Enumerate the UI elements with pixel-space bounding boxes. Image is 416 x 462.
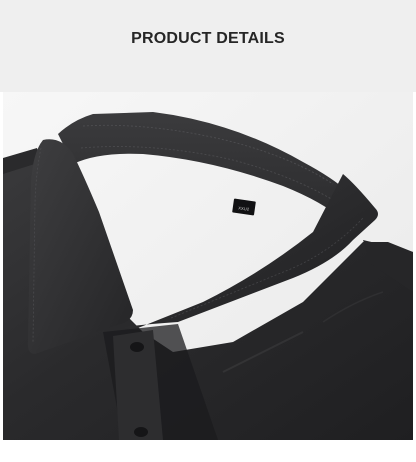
shirt-collar-illustration: XXL/2: [3, 92, 413, 440]
button-top: [130, 342, 144, 352]
product-photo: XXL/2: [3, 92, 413, 440]
section-title: PRODUCT DETAILS: [131, 30, 285, 47]
section-header: PRODUCT DETAILS: [0, 0, 416, 92]
button-lower: [134, 427, 148, 437]
product-photo-frame: XXL/2: [0, 92, 416, 462]
